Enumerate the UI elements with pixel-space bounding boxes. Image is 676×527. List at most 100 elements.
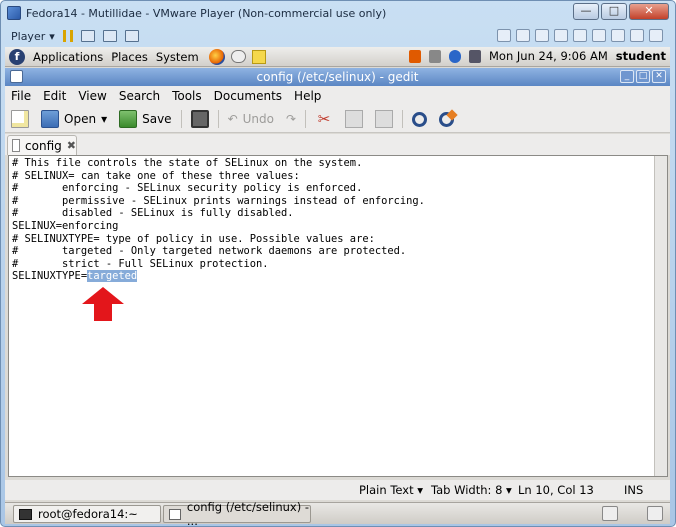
cd-icon[interactable] xyxy=(516,29,530,42)
firefox-icon[interactable] xyxy=(208,48,225,65)
vmware-app-icon xyxy=(7,6,21,20)
network-icon[interactable] xyxy=(80,30,95,42)
find-replace-icon xyxy=(439,111,455,127)
open-folder-icon xyxy=(41,110,59,128)
paste-button[interactable] xyxy=(369,110,399,128)
vertical-scrollbar[interactable] xyxy=(654,156,667,476)
messages-icon[interactable] xyxy=(649,29,663,42)
gedit-maximize-button[interactable]: □ xyxy=(636,70,650,83)
menubar: File Edit View Search Tools Documents He… xyxy=(5,86,670,106)
toolbar-separator xyxy=(217,110,219,128)
tab-label: config xyxy=(25,138,62,153)
close-icon[interactable]: ✖ xyxy=(67,139,76,152)
task-terminal[interactable]: root@fedora14:~ xyxy=(13,505,161,523)
find-button[interactable] xyxy=(406,111,433,127)
usb-icon[interactable] xyxy=(573,29,587,42)
tab-config[interactable]: config ✖ xyxy=(7,135,77,155)
editor-line: # disabled - SELinux is fully disabled. xyxy=(12,207,294,220)
terminal-icon xyxy=(19,508,32,520)
printer-icon[interactable] xyxy=(611,29,625,42)
gedit-toolbar: Open ▾ Save ↶ Undo ↷ ✂ xyxy=(5,106,670,133)
redo-button[interactable]: ↷ xyxy=(280,112,302,126)
player-menu-button[interactable]: Player ▾ xyxy=(11,30,55,43)
cut-button[interactable]: ✂ xyxy=(309,110,339,128)
unity-icon[interactable] xyxy=(124,30,139,42)
network-status-icon[interactable] xyxy=(469,49,481,63)
editor-line: # targeted - Only targeted network daemo… xyxy=(12,245,407,258)
task-label: config (/etc/selinux) - ... xyxy=(186,500,310,527)
applications-menu[interactable]: Applications xyxy=(33,50,103,64)
open-button[interactable]: Open ▾ xyxy=(35,110,113,128)
bluetooth-icon[interactable] xyxy=(449,49,461,63)
trash-icon[interactable] xyxy=(647,506,663,521)
places-menu[interactable]: Places xyxy=(111,50,148,64)
gedit-close-button[interactable]: ✕ xyxy=(652,70,666,83)
notes-icon[interactable] xyxy=(251,49,266,64)
editor-line: # permissive - SELinux prints warnings i… xyxy=(12,194,425,207)
menu-help[interactable]: Help xyxy=(288,89,327,103)
red-arrow-annotation xyxy=(82,287,124,321)
task-gedit[interactable]: config (/etc/selinux) - ... xyxy=(163,500,311,527)
clock[interactable]: Mon Jun 24, 9:06 AM xyxy=(489,49,608,63)
menu-tools[interactable]: Tools xyxy=(166,89,208,103)
syntax-mode-dropdown[interactable]: Plain Text ▾ xyxy=(359,483,423,497)
system-menu[interactable]: System xyxy=(156,50,199,64)
cursor-position: Ln 10, Col 13 xyxy=(518,483,594,497)
guest-desktop: f Applications Places System Mon Jun 24,… xyxy=(5,47,670,502)
task-label: root@fedora14:~ xyxy=(38,507,138,521)
replace-button[interactable] xyxy=(433,111,460,127)
forward-icon[interactable] xyxy=(497,29,511,42)
undo-label: Undo xyxy=(242,112,274,126)
menu-search[interactable]: Search xyxy=(113,89,166,103)
editor-line-selinuxtype: SELINUXTYPE=targeted xyxy=(12,270,664,283)
close-button[interactable]: ✕ xyxy=(629,3,669,20)
maximize-button[interactable]: □ xyxy=(601,3,627,20)
mail-icon[interactable] xyxy=(230,50,246,63)
editor-line: # strict - Full SELinux protection. xyxy=(12,257,269,270)
gedit-minimize-button[interactable]: _ xyxy=(620,70,634,83)
network-adapter-icon[interactable] xyxy=(554,29,568,42)
menu-file[interactable]: File xyxy=(5,89,37,103)
fedora-logo-icon[interactable]: f xyxy=(9,48,25,65)
insert-mode: INS xyxy=(624,483,644,497)
bottom-taskbar: root@fedora14:~ config (/etc/selinux) - … xyxy=(5,500,670,527)
user-menu[interactable]: student xyxy=(616,49,666,63)
scissors-icon: ✂ xyxy=(317,110,331,128)
save-button[interactable]: Save xyxy=(113,110,177,128)
update-icon[interactable] xyxy=(409,49,421,63)
player-menu-label: Player xyxy=(11,29,46,43)
vmware-window-title: Fedora14 - Mutillidae - VMware Player (N… xyxy=(26,6,387,20)
gedit-app-icon[interactable] xyxy=(10,70,23,83)
chevron-down-icon[interactable]: ▾ xyxy=(101,112,107,126)
menu-edit[interactable]: Edit xyxy=(37,89,72,103)
chevron-down-icon: ▾ xyxy=(49,29,55,43)
new-document-button[interactable] xyxy=(5,110,35,128)
copy-button[interactable] xyxy=(339,110,369,128)
sound-icon[interactable] xyxy=(592,29,606,42)
gedit-titlebar: config (/etc/selinux) - gedit _ □ ✕ xyxy=(5,68,670,86)
line-prefix: SELINUXTYPE= xyxy=(12,270,88,283)
editor-line: # enforcing - SELinux security policy is… xyxy=(12,182,363,195)
copy-icon xyxy=(345,110,364,128)
tab-width-dropdown[interactable]: Tab Width: 8 ▾ xyxy=(431,483,512,497)
selected-text[interactable]: targeted xyxy=(87,270,138,283)
toolbar-separator xyxy=(402,110,404,128)
vmware-titlebar: Fedora14 - Mutillidae - VMware Player (N… xyxy=(1,1,675,25)
editor-line: # SELINUX= can take one of these three v… xyxy=(12,169,300,182)
undo-button[interactable]: ↶ Undo xyxy=(222,112,280,126)
menu-view[interactable]: View xyxy=(72,89,112,103)
pause-icon[interactable] xyxy=(62,30,73,42)
fullscreen-icon[interactable] xyxy=(102,30,117,42)
save-icon xyxy=(119,110,138,128)
text-editor-icon xyxy=(169,508,181,520)
print-button[interactable] xyxy=(185,110,215,128)
volume-icon[interactable] xyxy=(429,49,441,63)
minimize-button[interactable]: — xyxy=(573,3,599,20)
notes-tray-icon[interactable] xyxy=(602,506,618,521)
document-icon xyxy=(12,139,21,152)
display-icon[interactable] xyxy=(630,29,644,42)
editor-line: # This file controls the state of SELinu… xyxy=(12,157,363,169)
open-label: Open xyxy=(64,112,97,126)
menu-documents[interactable]: Documents xyxy=(208,89,288,103)
floppy-icon[interactable] xyxy=(535,29,549,42)
